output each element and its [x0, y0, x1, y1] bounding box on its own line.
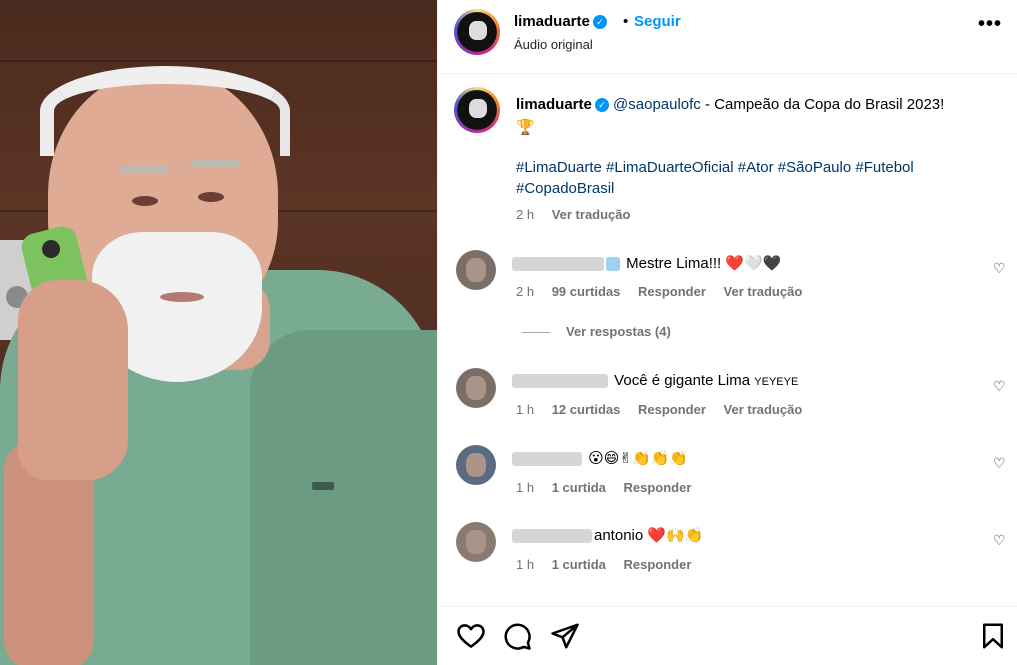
post-caption: limaduarte ✓ @saopaulofc - Campeão da Cop…	[516, 94, 996, 139]
caption-username[interactable]: limaduarte	[516, 96, 592, 113]
comment-likes[interactable]: 12 curtidas	[552, 402, 621, 417]
bookmark-icon[interactable]	[978, 621, 1008, 651]
shirt-logo	[312, 482, 334, 490]
translate-link[interactable]: Ver tradução	[724, 284, 803, 299]
share-icon[interactable]	[550, 621, 580, 651]
reply-button[interactable]: Responder	[638, 402, 706, 417]
left-eyebrow	[120, 166, 170, 174]
follow-button[interactable]: Seguir	[634, 13, 681, 30]
right-eye	[198, 192, 224, 202]
mouth	[160, 292, 204, 302]
avatar-image	[457, 12, 497, 52]
wall-panel-line	[0, 60, 437, 62]
caption-text: - Campeão da Copa do Brasil 2023!	[700, 96, 945, 113]
reply-button[interactable]: Responder	[638, 284, 706, 299]
avatar-face	[469, 20, 487, 40]
blurred-username[interactable]	[512, 452, 582, 467]
comment-meta: 1 h 12 curtidas Responder Ver tradução	[516, 402, 816, 417]
white-hair	[40, 66, 290, 156]
comment-time[interactable]: 2 h	[516, 284, 534, 299]
comment-text: antonio ❤️🙌👏	[512, 525, 703, 546]
view-replies-button[interactable]: Ver respostas (4)	[522, 324, 671, 339]
comment-body: antonio	[594, 527, 648, 544]
comment-icon[interactable]	[502, 621, 532, 651]
comment-time[interactable]: 1 h	[516, 402, 534, 417]
shirt-shadow	[250, 330, 437, 665]
comment-likes[interactable]: 1 curtida	[552, 480, 606, 495]
commenter-avatar[interactable]	[456, 522, 496, 562]
comment-body: Mestre Lima!!!	[626, 255, 726, 272]
replies-line	[522, 332, 550, 334]
comment-likes[interactable]: 99 curtidas	[552, 284, 621, 299]
commenter-avatar[interactable]	[456, 368, 496, 408]
comment-like-heart-icon[interactable]: ♡	[993, 532, 1006, 549]
more-options-icon[interactable]: •••	[978, 13, 1002, 36]
comment-like-heart-icon[interactable]: ♡	[993, 378, 1006, 395]
action-bar	[438, 606, 1017, 665]
verified-icon: ✓	[592, 15, 607, 30]
post-header: limaduarte ✓ • Seguir Áudio original •••	[438, 0, 1017, 74]
reply-button[interactable]: Responder	[624, 557, 692, 572]
caption-hashtags[interactable]: #LimaDuarte #LimaDuarteOficial #Ator #Sã…	[516, 157, 986, 199]
author-username-text[interactable]: limaduarte	[514, 13, 590, 30]
caption-author-avatar[interactable]	[454, 87, 500, 133]
comment-time[interactable]: 1 h	[516, 557, 534, 572]
comment-time[interactable]: 1 h	[516, 480, 534, 495]
separator-dot: •	[623, 13, 629, 30]
author-username[interactable]: limaduarte ✓	[514, 13, 607, 30]
left-eye	[132, 196, 158, 206]
comment-body: Você é gigante Lima	[614, 372, 755, 389]
post-video[interactable]	[0, 0, 437, 665]
caption-time[interactable]: 2 h	[516, 207, 534, 222]
caption-translate-link[interactable]: Ver tradução	[552, 207, 631, 222]
blurred-badge	[606, 257, 620, 272]
caption-meta: 2 h Ver tradução	[516, 207, 644, 222]
blurred-username[interactable]	[512, 529, 592, 544]
trophy-emoji: 🏆	[516, 118, 535, 136]
commenter-avatar[interactable]	[456, 250, 496, 290]
translate-link[interactable]: Ver tradução	[724, 402, 803, 417]
avatar-face	[469, 98, 487, 118]
author-avatar[interactable]	[454, 9, 500, 55]
verified-icon: ✓	[594, 98, 609, 113]
comment-meta: 1 h 1 curtida Responder	[516, 557, 705, 572]
comment-emojis: ❤️🤍🖤	[725, 254, 782, 272]
blurred-username[interactable]	[512, 257, 604, 272]
comment-text: Você é gigante Lima YEYEYE	[512, 371, 798, 392]
comment-like-heart-icon[interactable]: ♡	[993, 260, 1006, 277]
reply-button[interactable]: Responder	[624, 480, 692, 495]
instagram-post: limaduarte ✓ • Seguir Áudio original ••• …	[0, 0, 1017, 665]
comment-likes[interactable]: 1 curtida	[552, 557, 606, 572]
comment-emojis: YEYEYE	[754, 376, 799, 388]
commenter-avatar[interactable]	[456, 445, 496, 485]
comment-emojis: 😮😄✌👏👏👏	[588, 449, 689, 467]
heart-icon[interactable]	[456, 621, 486, 651]
avatar-image	[457, 90, 497, 130]
mention-link[interactable]: @saopaulofc	[613, 96, 701, 113]
comment-meta: 1 h 1 curtida Responder	[516, 480, 705, 495]
right-eyebrow	[190, 160, 240, 168]
post-details-panel: limaduarte ✓ • Seguir Áudio original ••• …	[437, 0, 1017, 665]
hand	[18, 280, 128, 480]
comment-text: Mestre Lima!!! ❤️🤍🖤	[512, 253, 781, 274]
comment-meta: 2 h 99 curtidas Responder Ver tradução	[516, 284, 816, 299]
comment-emojis: ❤️🙌👏	[647, 526, 704, 544]
view-replies-label[interactable]: Ver respostas (4)	[566, 324, 671, 339]
original-audio-link[interactable]: Áudio original	[514, 37, 593, 52]
comment-like-heart-icon[interactable]: ♡	[993, 455, 1006, 472]
comment-text: 😮😄✌👏👏👏	[512, 448, 688, 469]
blurred-username[interactable]	[512, 374, 608, 389]
